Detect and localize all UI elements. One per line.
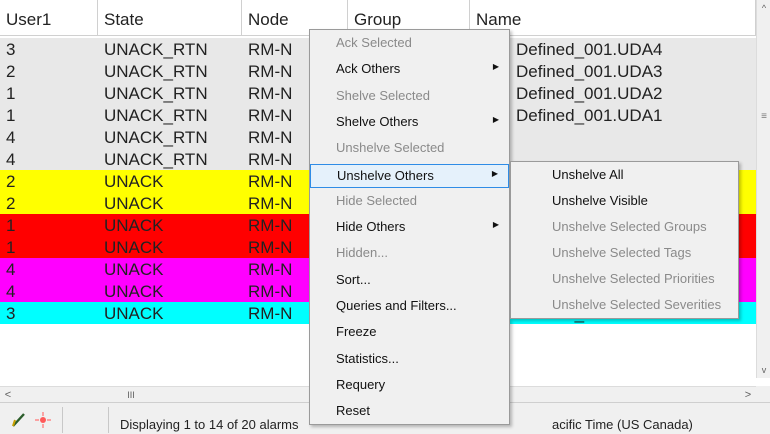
menu-item-label: Unshelve Others (337, 167, 434, 183)
submenu-item-label: Unshelve Selected Priorities (552, 271, 715, 286)
state-cell: UNACK (104, 172, 164, 191)
submenu-item-label: Unshelve All (552, 167, 624, 182)
menu-item-label: Shelve Selected (336, 87, 430, 103)
pen-icon[interactable] (10, 411, 28, 429)
submenu-item-unshelve-selected-tags[interactable]: Unshelve Selected Tags (511, 242, 738, 266)
column-header-state[interactable]: State (98, 0, 242, 36)
user1-cell: 1 (6, 216, 16, 235)
state-cell: UNACK_RTN (104, 40, 208, 59)
user1-cell: 2 (6, 62, 16, 81)
user1-cell: 4 (6, 150, 16, 169)
submenu-arrow-icon: ▶ (491, 168, 498, 178)
user1-cell: 1 (6, 106, 16, 125)
menu-item-label: Hide Others (336, 219, 406, 235)
menu-item-label: Hide Selected (336, 192, 417, 208)
menu-item-unshelve-others[interactable]: Unshelve Others ▶ (310, 163, 509, 188)
state-cell: UNACK (104, 260, 164, 279)
menu-item-label: Statistics... (336, 350, 399, 366)
user1-cell: 1 (6, 84, 16, 103)
menu-item-label: Reset (336, 403, 370, 419)
state-cell: UNACK (104, 238, 164, 257)
unshelve-others-submenu: Unshelve All Unshelve Visible Unshelve Sel… (510, 161, 739, 319)
menu-item-hidden[interactable]: Hidden... (310, 242, 509, 266)
name-cell: Defined_001.UDA3 (516, 62, 663, 81)
submenu-item-label: Unshelve Selected Severities (552, 297, 722, 312)
state-cell: UNACK_RTN (104, 150, 208, 169)
scroll-down-arrow-icon[interactable]: v (757, 362, 770, 378)
scroll-left-arrow-icon[interactable]: < (0, 387, 16, 403)
user1-cell: 3 (6, 304, 16, 323)
status-text: Displaying 1 to 14 of 20 alarms (120, 417, 299, 432)
menu-item-ack-selected[interactable]: Ack Selected (310, 32, 509, 56)
menu-item-queries-and-filters[interactable]: Queries and Filters... (310, 295, 509, 319)
menu-item-hide-others[interactable]: Hide Others ▶ (310, 216, 509, 240)
submenu-item-unshelve-selected-groups[interactable]: Unshelve Selected Groups (511, 216, 738, 240)
column-header-name[interactable]: Name (470, 0, 756, 36)
menu-item-label: Sort... (336, 271, 371, 287)
menu-item-reset[interactable]: Reset (310, 400, 509, 424)
menu-item-ack-others[interactable]: Ack Others ▶ (310, 58, 509, 82)
submenu-arrow-icon: ▶ (492, 220, 499, 230)
menu-item-statistics[interactable]: Statistics... (310, 348, 509, 372)
submenu-item-unshelve-visible[interactable]: Unshelve Visible (511, 190, 738, 214)
vertical-scrollbar[interactable]: ^ ≡ v (756, 0, 770, 378)
user1-cell: 2 (6, 172, 16, 191)
context-menu: Ack Selected Ack Others ▶ Shelve Selected Sh… (309, 29, 510, 425)
scroll-right-arrow-icon[interactable]: > (740, 387, 756, 403)
submenu-item-label: Unshelve Selected Tags (552, 245, 692, 260)
menu-item-shelve-others[interactable]: Shelve Others ▶ (310, 111, 509, 135)
submenu-item-unshelve-selected-priorities[interactable]: Unshelve Selected Priorities (511, 268, 738, 292)
name-cell: Defined_001.UDA1 (516, 106, 663, 125)
state-cell: UNACK_RTN (104, 106, 208, 125)
submenu-arrow-icon: ▶ (492, 62, 499, 72)
scroll-up-arrow-icon[interactable]: ^ (757, 0, 770, 16)
name-cell: Defined_001.UDA4 (516, 40, 663, 59)
user1-cell: 1 (6, 238, 16, 257)
submenu-arrow-icon: ▶ (492, 114, 499, 124)
menu-item-label: Queries and Filters... (336, 298, 457, 313)
column-header-user1[interactable]: User1 (0, 0, 98, 36)
menu-item-requery[interactable]: Requery (310, 374, 509, 398)
state-cell: UNACK (104, 194, 164, 213)
name-cell: Defined_001.UDA2 (516, 84, 663, 103)
state-cell: UNACK_RTN (104, 84, 208, 103)
scroll-grip-icon[interactable]: ≡ (760, 110, 768, 124)
state-cell: UNACK (104, 216, 164, 235)
menu-item-hide-selected[interactable]: Hide Selected (310, 190, 509, 214)
menu-item-label: Shelve Others (336, 113, 419, 129)
menu-item-sort[interactable]: Sort... (310, 269, 509, 293)
menu-item-label: Hidden... (336, 245, 389, 261)
status-separator (62, 407, 63, 433)
menu-item-label: Ack Selected (336, 35, 412, 50)
state-cell: UNACK_RTN (104, 128, 208, 147)
submenu-item-unshelve-all[interactable]: Unshelve All (511, 164, 738, 188)
menu-item-shelve-selected[interactable]: Shelve Selected (310, 85, 509, 109)
user1-cell: 2 (6, 194, 16, 213)
user1-cell: 3 (6, 40, 16, 59)
user1-cell: 4 (6, 260, 16, 279)
menu-item-label: Requery (336, 376, 386, 392)
menu-item-freeze[interactable]: Freeze (310, 321, 509, 345)
menu-item-label: Freeze (336, 324, 377, 340)
menu-item-label: Unshelve Selected (336, 140, 445, 156)
menu-item-unshelve-selected[interactable]: Unshelve Selected (310, 137, 509, 161)
name-cell (470, 126, 756, 148)
horizontal-scroll-thumb[interactable]: III (16, 387, 246, 403)
state-cell: UNACK_RTN (104, 62, 208, 81)
user1-cell: 4 (6, 128, 16, 147)
scrollbar-corner (756, 386, 770, 402)
state-cell: UNACK (104, 282, 164, 301)
submenu-item-label: Unshelve Selected Groups (552, 219, 707, 234)
submenu-item-label: Unshelve Visible (552, 193, 648, 208)
status-separator (108, 407, 109, 433)
menu-item-label: Ack Others (336, 61, 401, 77)
submenu-item-unshelve-selected-severities[interactable]: Unshelve Selected Severities (511, 294, 738, 318)
user1-cell: 4 (6, 282, 16, 301)
status-text-tail: acific Time (US Canada) (552, 417, 693, 432)
state-cell: UNACK (104, 304, 164, 323)
sparkle-icon[interactable] (34, 411, 52, 429)
